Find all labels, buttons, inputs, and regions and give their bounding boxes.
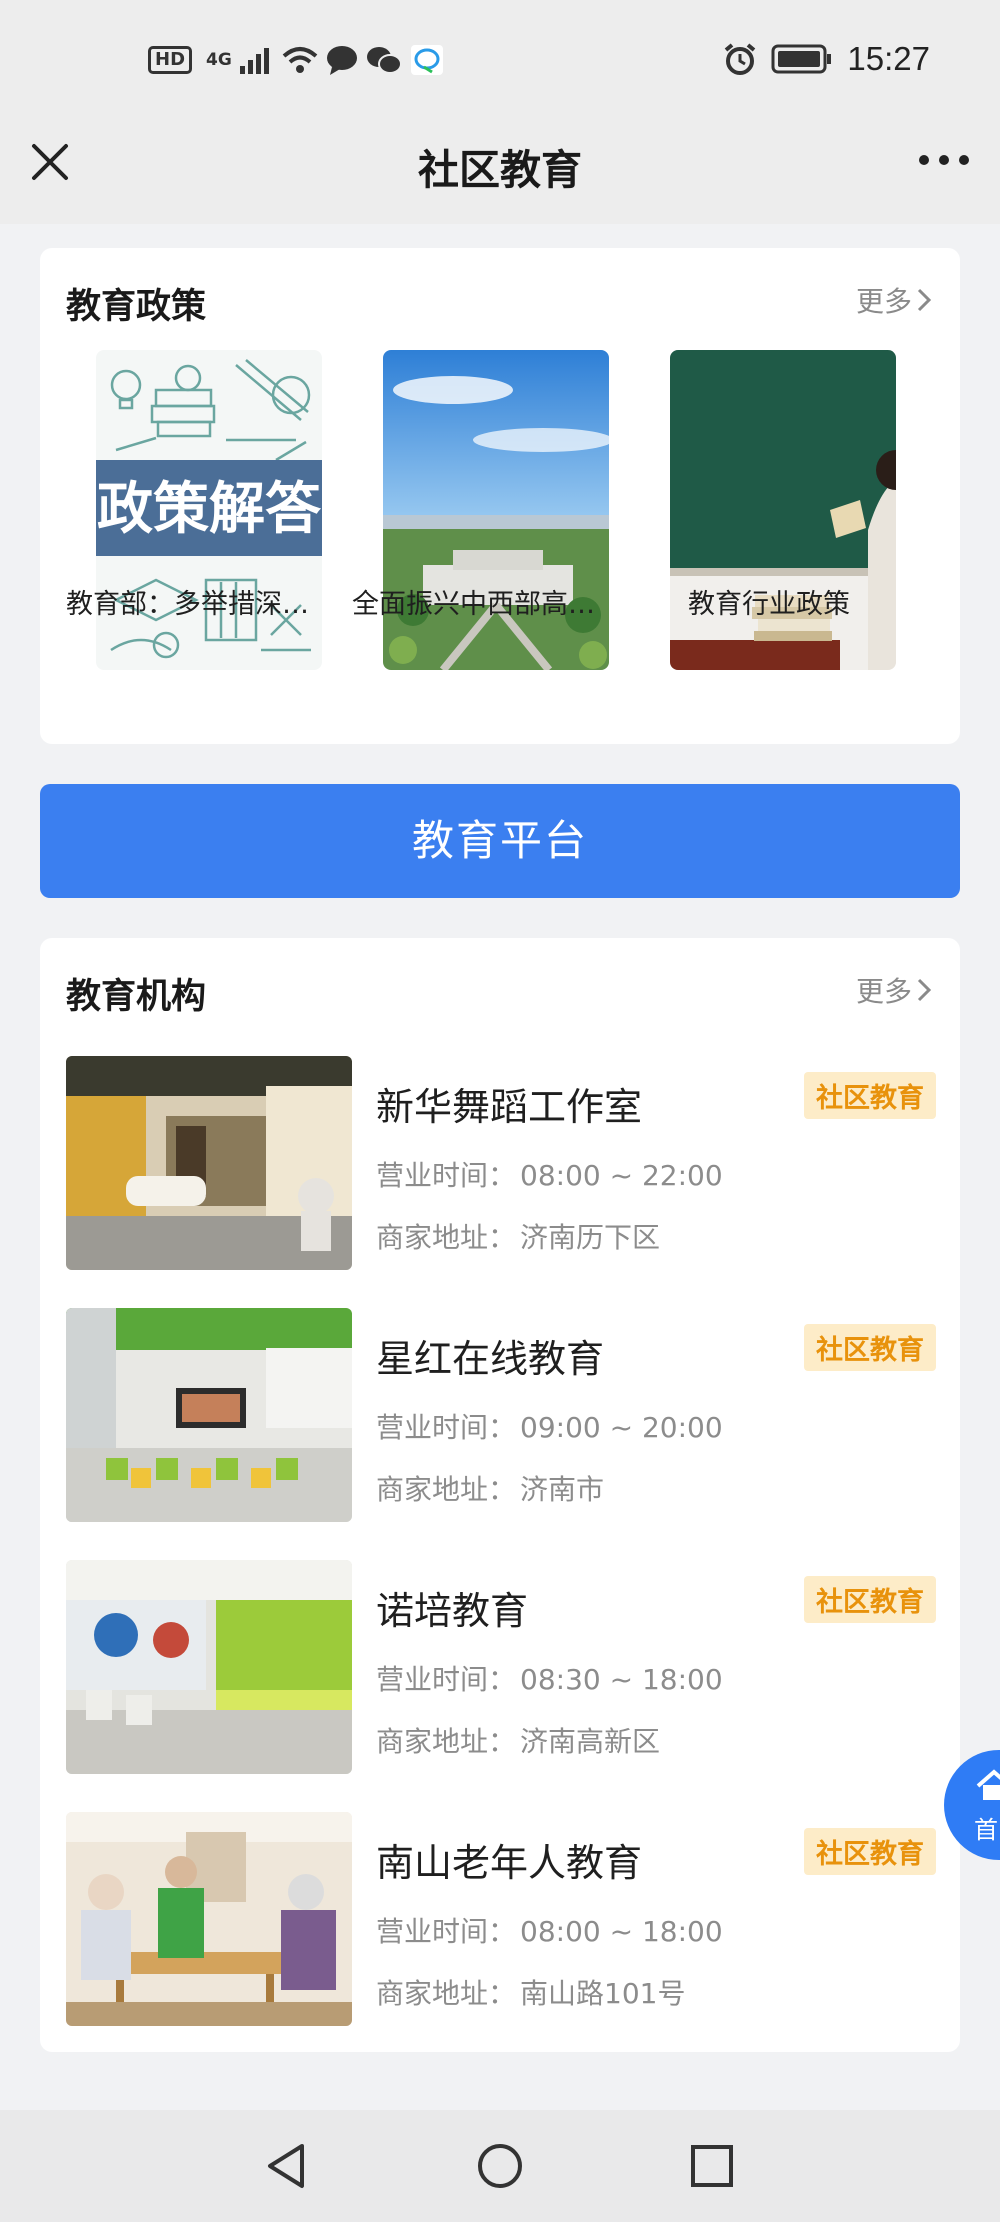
institutions-more-link[interactable]: 更多: [856, 970, 932, 1010]
address-line: 商家地址： 南山路101号: [376, 1972, 685, 2012]
clock-time: 15:27: [847, 40, 930, 77]
section-title-institutions: 教育机构: [66, 977, 207, 1017]
hours-line: 营业时间： 08:30 ~ 18:00: [376, 1658, 723, 1698]
hours-line: 营业时间： 08:00 ~ 22:00: [376, 1154, 723, 1194]
policy-image-text: 政策解答: [97, 477, 322, 542]
institution-name: 南山老年人教育: [376, 1841, 643, 1885]
chevron-right-icon: [917, 978, 932, 1002]
home-icon: [976, 1769, 1000, 1800]
status-bar: HD 4G 15:27: [0, 0, 1000, 118]
address-value: 济南高新区: [520, 1725, 661, 1758]
status-icons-left: HD 4G: [148, 44, 444, 76]
network-type: 4G: [206, 50, 232, 70]
classroom-photo: [66, 1308, 352, 1522]
more-options-icon[interactable]: [918, 150, 970, 170]
hd-badge: HD: [148, 46, 193, 74]
more-label: 更多: [855, 975, 912, 1008]
wifi-icon: [282, 47, 318, 73]
address-label: 商家地址：: [376, 1725, 517, 1758]
address-label: 商家地址：: [376, 1221, 517, 1254]
dance-studio-photo: [66, 1056, 352, 1270]
policy-item[interactable]: [670, 350, 896, 670]
hours-label: 营业时间：: [376, 1663, 517, 1696]
policy-caption: 全面振兴中西部高…: [352, 589, 595, 620]
page-title: 社区教育: [418, 146, 582, 194]
blackboard-teacher-image: [670, 350, 896, 670]
hours-line: 营业时间： 09:00 ~ 20:00: [376, 1406, 723, 1446]
policy-caption: 教育行业政策: [688, 589, 850, 620]
recent-apps-icon[interactable]: [690, 2144, 734, 2188]
system-navigation-bar: [0, 2110, 1000, 2222]
signal-icon: [239, 48, 269, 74]
policy-more-link[interactable]: 更多: [856, 280, 932, 320]
elderly-activity-photo: [66, 1812, 352, 2026]
institution-item[interactable]: 南山老年人教育 社区教育 营业时间： 08:00 ~ 18:00 商家地址： 南山路…: [66, 1812, 936, 2026]
home-circle-icon[interactable]: [476, 2142, 524, 2190]
hours-value: 08:00 ~ 22:00: [520, 1159, 723, 1192]
address-line: 商家地址： 济南市: [376, 1468, 604, 1508]
address-value: 济南历下区: [520, 1221, 661, 1254]
app-header: 社区教育: [0, 118, 1000, 224]
institution-item[interactable]: 星红在线教育 社区教育 营业时间： 09:00 ~ 20:00 商家地址： 济南市: [66, 1308, 936, 1522]
message-app-icon: [410, 45, 443, 75]
alarm-icon: [725, 43, 756, 75]
address-value: 济南市: [520, 1473, 605, 1506]
institution-name: 星红在线教育: [376, 1337, 605, 1381]
institution-item[interactable]: 诺培教育 社区教育 营业时间： 08:30 ~ 18:00 商家地址： 济南高新区: [66, 1560, 936, 1774]
address-label: 商家地址：: [376, 1977, 517, 2010]
section-title-policy: 教育政策: [66, 287, 207, 327]
battery-icon: [771, 44, 832, 74]
hours-label: 营业时间：: [376, 1411, 517, 1444]
policy-item[interactable]: 政策解答: [96, 350, 322, 670]
hours-line: 营业时间： 08:00 ~ 18:00: [376, 1910, 723, 1950]
back-icon[interactable]: [264, 2142, 308, 2190]
address-line: 商家地址： 济南历下区: [376, 1216, 660, 1256]
institution-name: 新华舞蹈工作室: [376, 1085, 643, 1129]
floating-home-button[interactable]: 首: [944, 1750, 1000, 1860]
hours-value: 08:30 ~ 18:00: [520, 1663, 723, 1696]
chevron-right-icon: [917, 288, 932, 312]
policy-item[interactable]: [383, 350, 609, 670]
category-tag: 社区教育: [804, 1576, 936, 1623]
chat-bubble-icon: [326, 46, 357, 75]
hours-label: 营业时间：: [376, 1915, 517, 1948]
institution-name: 诺培教育: [376, 1589, 529, 1633]
more-label: 更多: [855, 285, 912, 318]
category-tag: 社区教育: [804, 1324, 936, 1371]
wechat-icon: [366, 47, 402, 74]
policy-caption: 教育部：多举措深…: [66, 589, 309, 620]
category-tag: 社区教育: [804, 1828, 936, 1875]
hours-value: 08:00 ~ 18:00: [520, 1915, 723, 1948]
hours-label: 营业时间：: [376, 1159, 517, 1192]
category-tag: 社区教育: [804, 1072, 936, 1119]
hours-value: 09:00 ~ 20:00: [520, 1411, 723, 1444]
education-policy-card: 教育政策 更多 政策解答 教育部：多举措深… 全面振兴中西部高… 教育行业政策: [40, 248, 960, 744]
policy-qa-image: 政策解答: [96, 350, 322, 670]
campus-photo: [383, 350, 609, 670]
education-platform-button[interactable]: 教育平台: [40, 784, 960, 898]
education-institutions-card: 教育机构 更多 新华舞蹈工作室 社区教育 营业时间： 08:00 ~ 22:00 …: [40, 938, 960, 2052]
institution-item[interactable]: 新华舞蹈工作室 社区教育 营业时间： 08:00 ~ 22:00 商家地址： 济南历…: [66, 1056, 936, 1270]
status-icons-right: 15:27: [723, 40, 930, 78]
address-label: 商家地址：: [376, 1473, 517, 1506]
address-value: 南山路101号: [520, 1977, 686, 2010]
address-line: 商家地址： 济南高新区: [376, 1720, 660, 1760]
learning-center-photo: [66, 1560, 352, 1774]
home-label: 首: [974, 1816, 998, 1844]
